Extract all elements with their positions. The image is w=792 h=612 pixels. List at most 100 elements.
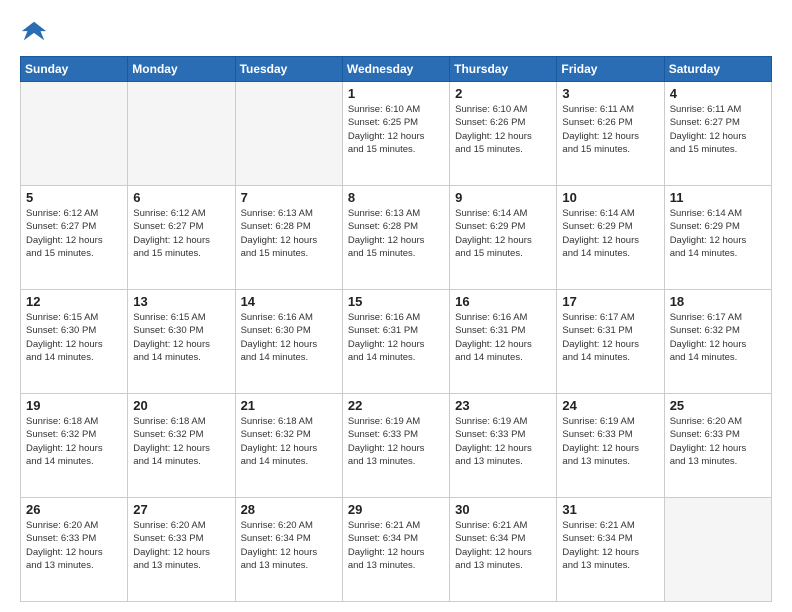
day-info: Sunrise: 6:21 AM Sunset: 6:34 PM Dayligh… xyxy=(562,519,658,572)
calendar-cell: 6 Sunrise: 6:12 AM Sunset: 6:27 PM Daylig… xyxy=(128,186,235,290)
calendar-week-row: 12 Sunrise: 6:15 AM Sunset: 6:30 PM Dayli… xyxy=(21,290,772,394)
day-info: Sunrise: 6:13 AM Sunset: 6:28 PM Dayligh… xyxy=(241,207,337,260)
calendar-day-header: Friday xyxy=(557,57,664,82)
calendar-cell: 20Sunrise: 6:18 AM Sunset: 6:32 PM Dayli… xyxy=(128,394,235,498)
calendar-week-row: 1 Sunrise: 6:10 AM Sunset: 6:25 PM Daylig… xyxy=(21,82,772,186)
day-info: Sunrise: 6:19 AM Sunset: 6:33 PM Dayligh… xyxy=(348,415,444,468)
calendar-cell: 22 Sunrise: 6:19 AM Sunset: 6:33 PM Dayli… xyxy=(342,394,449,498)
day-number: 8 xyxy=(348,190,444,205)
calendar-cell: 18 Sunrise: 6:17 AM Sunset: 6:32 PM Dayli… xyxy=(664,290,771,394)
calendar-cell: 14Sunrise: 6:16 AM Sunset: 6:30 PM Dayli… xyxy=(235,290,342,394)
day-info: Sunrise: 6:11 AM Sunset: 6:27 PM Dayligh… xyxy=(670,103,766,156)
day-number: 15 xyxy=(348,294,444,309)
calendar-cell: 5Sunrise: 6:12 AM Sunset: 6:27 PM Daylig… xyxy=(21,186,128,290)
calendar-week-row: 19 Sunrise: 6:18 AM Sunset: 6:32 PM Dayli… xyxy=(21,394,772,498)
day-number: 9 xyxy=(455,190,551,205)
calendar-cell xyxy=(21,82,128,186)
calendar-day-header: Thursday xyxy=(450,57,557,82)
day-info: Sunrise: 6:15 AM Sunset: 6:30 PM Dayligh… xyxy=(133,311,229,364)
day-number: 1 xyxy=(348,86,444,101)
calendar-day-header: Tuesday xyxy=(235,57,342,82)
day-number: 2 xyxy=(455,86,551,101)
calendar-cell xyxy=(128,82,235,186)
calendar-cell: 4 Sunrise: 6:11 AM Sunset: 6:27 PM Daylig… xyxy=(664,82,771,186)
calendar-cell: 11 Sunrise: 6:14 AM Sunset: 6:29 PM Dayli… xyxy=(664,186,771,290)
calendar-cell: 16 Sunrise: 6:16 AM Sunset: 6:31 PM Dayli… xyxy=(450,290,557,394)
day-number: 26 xyxy=(26,502,122,517)
day-number: 3 xyxy=(562,86,658,101)
day-info: Sunrise: 6:16 AM Sunset: 6:31 PM Dayligh… xyxy=(348,311,444,364)
day-number: 29 xyxy=(348,502,444,517)
calendar-cell: 24 Sunrise: 6:19 AM Sunset: 6:33 PM Dayli… xyxy=(557,394,664,498)
calendar-cell: 8 Sunrise: 6:13 AM Sunset: 6:28 PM Daylig… xyxy=(342,186,449,290)
day-number: 17 xyxy=(562,294,658,309)
calendar-week-row: 5Sunrise: 6:12 AM Sunset: 6:27 PM Daylig… xyxy=(21,186,772,290)
calendar-day-header: Wednesday xyxy=(342,57,449,82)
calendar-header-row: SundayMondayTuesdayWednesdayThursdayFrid… xyxy=(21,57,772,82)
day-number: 6 xyxy=(133,190,229,205)
day-info: Sunrise: 6:20 AM Sunset: 6:33 PM Dayligh… xyxy=(133,519,229,572)
calendar-cell: 29Sunrise: 6:21 AM Sunset: 6:34 PM Dayli… xyxy=(342,498,449,602)
day-info: Sunrise: 6:20 AM Sunset: 6:34 PM Dayligh… xyxy=(241,519,337,572)
day-number: 22 xyxy=(348,398,444,413)
day-number: 18 xyxy=(670,294,766,309)
day-number: 10 xyxy=(562,190,658,205)
day-number: 25 xyxy=(670,398,766,413)
day-info: Sunrise: 6:13 AM Sunset: 6:28 PM Dayligh… xyxy=(348,207,444,260)
day-number: 16 xyxy=(455,294,551,309)
day-info: Sunrise: 6:18 AM Sunset: 6:32 PM Dayligh… xyxy=(26,415,122,468)
calendar-cell: 26 Sunrise: 6:20 AM Sunset: 6:33 PM Dayli… xyxy=(21,498,128,602)
day-number: 31 xyxy=(562,502,658,517)
day-number: 23 xyxy=(455,398,551,413)
page: SundayMondayTuesdayWednesdayThursdayFrid… xyxy=(0,0,792,612)
day-info: Sunrise: 6:15 AM Sunset: 6:30 PM Dayligh… xyxy=(26,311,122,364)
calendar-cell: 7 Sunrise: 6:13 AM Sunset: 6:28 PM Daylig… xyxy=(235,186,342,290)
calendar-table: SundayMondayTuesdayWednesdayThursdayFrid… xyxy=(20,56,772,602)
day-info: Sunrise: 6:16 AM Sunset: 6:31 PM Dayligh… xyxy=(455,311,551,364)
day-info: Sunrise: 6:17 AM Sunset: 6:31 PM Dayligh… xyxy=(562,311,658,364)
calendar-cell: 25 Sunrise: 6:20 AM Sunset: 6:33 PM Dayli… xyxy=(664,394,771,498)
day-info: Sunrise: 6:14 AM Sunset: 6:29 PM Dayligh… xyxy=(562,207,658,260)
day-number: 27 xyxy=(133,502,229,517)
header xyxy=(20,18,772,46)
calendar-day-header: Monday xyxy=(128,57,235,82)
calendar-cell xyxy=(664,498,771,602)
day-info: Sunrise: 6:18 AM Sunset: 6:32 PM Dayligh… xyxy=(133,415,229,468)
day-info: Sunrise: 6:14 AM Sunset: 6:29 PM Dayligh… xyxy=(455,207,551,260)
day-info: Sunrise: 6:18 AM Sunset: 6:32 PM Dayligh… xyxy=(241,415,337,468)
day-number: 24 xyxy=(562,398,658,413)
day-info: Sunrise: 6:10 AM Sunset: 6:25 PM Dayligh… xyxy=(348,103,444,156)
day-info: Sunrise: 6:14 AM Sunset: 6:29 PM Dayligh… xyxy=(670,207,766,260)
day-number: 21 xyxy=(241,398,337,413)
day-info: Sunrise: 6:19 AM Sunset: 6:33 PM Dayligh… xyxy=(562,415,658,468)
calendar-cell: 12 Sunrise: 6:15 AM Sunset: 6:30 PM Dayli… xyxy=(21,290,128,394)
calendar-cell: 2 Sunrise: 6:10 AM Sunset: 6:26 PM Daylig… xyxy=(450,82,557,186)
day-info: Sunrise: 6:17 AM Sunset: 6:32 PM Dayligh… xyxy=(670,311,766,364)
calendar-cell: 27 Sunrise: 6:20 AM Sunset: 6:33 PM Dayli… xyxy=(128,498,235,602)
day-info: Sunrise: 6:19 AM Sunset: 6:33 PM Dayligh… xyxy=(455,415,551,468)
day-number: 28 xyxy=(241,502,337,517)
calendar-cell: 19 Sunrise: 6:18 AM Sunset: 6:32 PM Dayli… xyxy=(21,394,128,498)
day-number: 7 xyxy=(241,190,337,205)
calendar-cell: 9 Sunrise: 6:14 AM Sunset: 6:29 PM Daylig… xyxy=(450,186,557,290)
day-number: 19 xyxy=(26,398,122,413)
day-info: Sunrise: 6:21 AM Sunset: 6:34 PM Dayligh… xyxy=(455,519,551,572)
logo xyxy=(20,18,52,46)
day-number: 11 xyxy=(670,190,766,205)
day-info: Sunrise: 6:10 AM Sunset: 6:26 PM Dayligh… xyxy=(455,103,551,156)
calendar-cell: 1 Sunrise: 6:10 AM Sunset: 6:25 PM Daylig… xyxy=(342,82,449,186)
calendar-cell: 15 Sunrise: 6:16 AM Sunset: 6:31 PM Dayli… xyxy=(342,290,449,394)
day-number: 12 xyxy=(26,294,122,309)
day-info: Sunrise: 6:12 AM Sunset: 6:27 PM Dayligh… xyxy=(133,207,229,260)
day-info: Sunrise: 6:12 AM Sunset: 6:27 PM Dayligh… xyxy=(26,207,122,260)
calendar-cell: 3Sunrise: 6:11 AM Sunset: 6:26 PM Daylig… xyxy=(557,82,664,186)
day-info: Sunrise: 6:20 AM Sunset: 6:33 PM Dayligh… xyxy=(670,415,766,468)
calendar-day-header: Saturday xyxy=(664,57,771,82)
calendar-day-header: Sunday xyxy=(21,57,128,82)
day-number: 4 xyxy=(670,86,766,101)
day-info: Sunrise: 6:20 AM Sunset: 6:33 PM Dayligh… xyxy=(26,519,122,572)
calendar-cell: 21 Sunrise: 6:18 AM Sunset: 6:32 PM Dayli… xyxy=(235,394,342,498)
logo-bird-icon xyxy=(20,18,48,46)
day-number: 14 xyxy=(241,294,337,309)
calendar-cell xyxy=(235,82,342,186)
